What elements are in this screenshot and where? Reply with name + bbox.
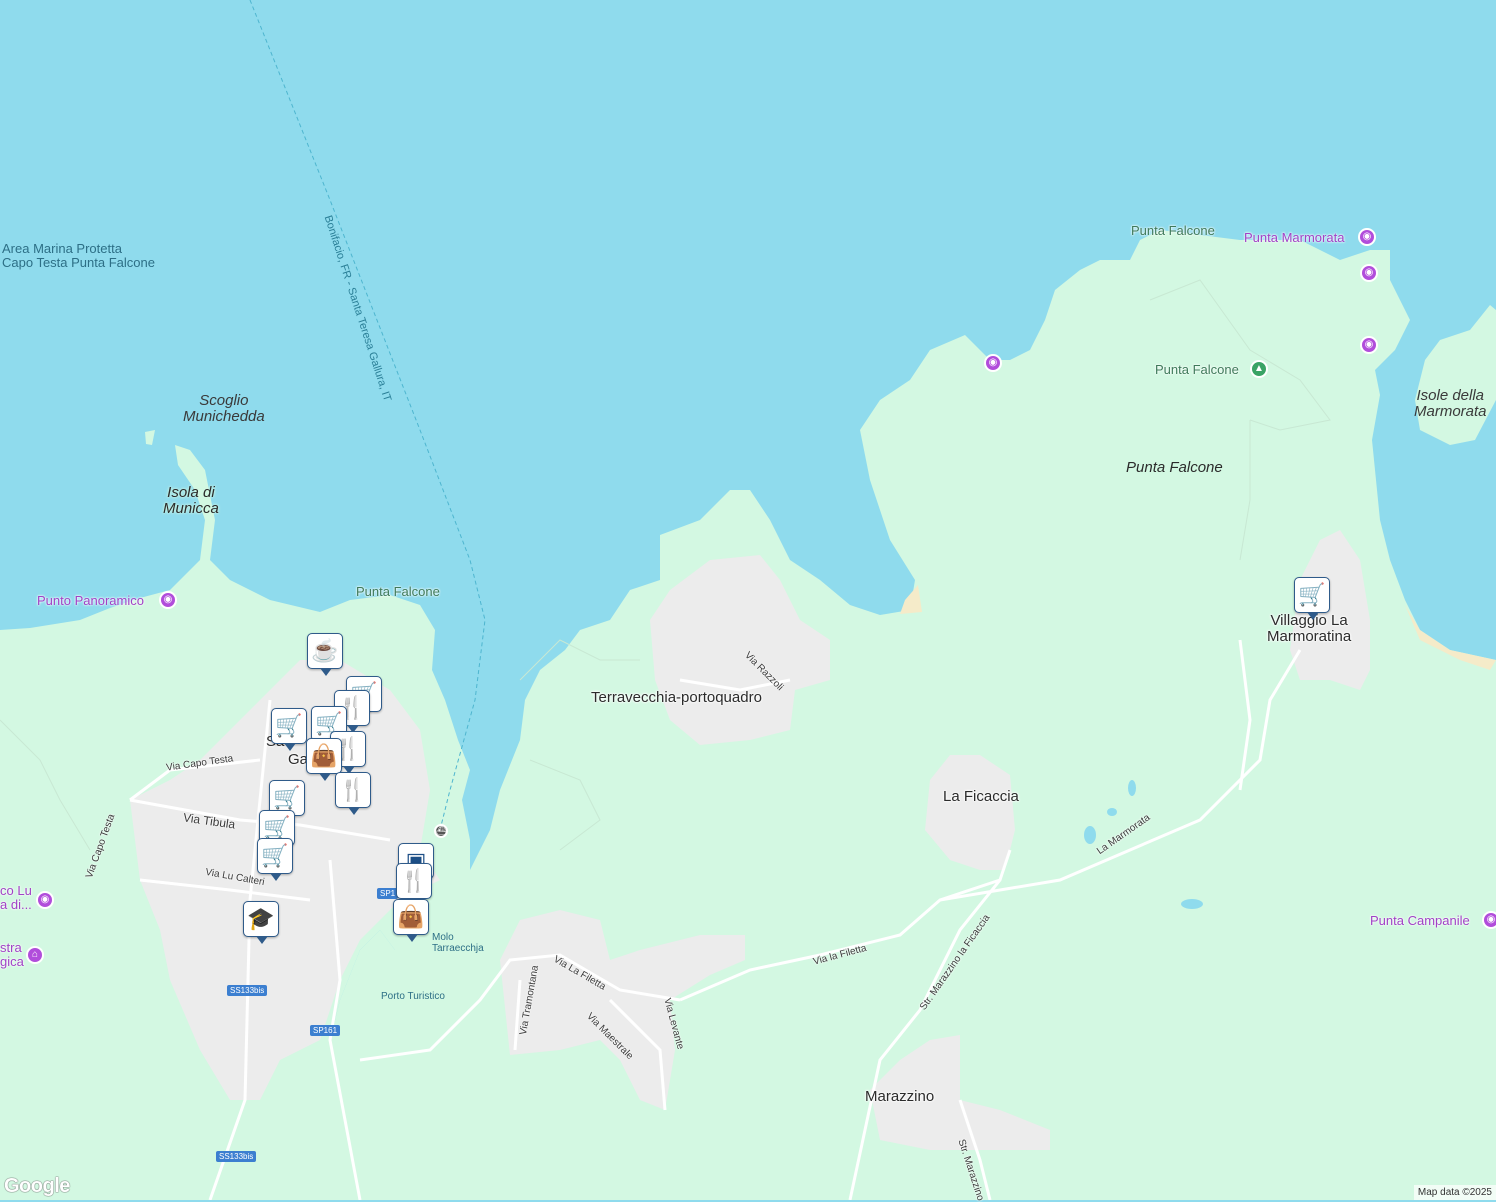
punta-falcone-west-label: Punta Falcone bbox=[356, 584, 440, 599]
camera-icon[interactable]: ◉ bbox=[984, 354, 1002, 372]
restaurant-icon[interactable]: 🍴 bbox=[396, 863, 432, 906]
shopping-bag-icon[interactable]: 👜 bbox=[306, 738, 342, 781]
isola-label: Isola di Municca bbox=[163, 484, 219, 517]
road-shield: SS133bis bbox=[227, 985, 268, 996]
road-shield: SP1 bbox=[377, 888, 399, 899]
map-attribution[interactable]: Map data ©2025 bbox=[1413, 1185, 1496, 1200]
astra-partial-label: stra gica bbox=[0, 940, 24, 969]
road-shield: SS133bis bbox=[216, 1151, 257, 1162]
tree-icon[interactable]: ▲ bbox=[1250, 360, 1268, 378]
google-logo: Google bbox=[4, 1175, 70, 1197]
punta-falcone-north-label: Punta Falcone bbox=[1131, 223, 1215, 238]
terravecchia-label: Terravecchia-portoquadro bbox=[591, 689, 762, 706]
camera-icon[interactable]: ◉ bbox=[1482, 911, 1496, 929]
shopping-bag-icon[interactable]: 👜 bbox=[393, 899, 429, 942]
marazzino-label: Marazzino bbox=[865, 1088, 935, 1105]
shopping-cart-icon[interactable]: 🛒 bbox=[1294, 577, 1330, 620]
school-icon[interactable]: 🎓 bbox=[243, 901, 279, 944]
punta-falcone-area-label: Punta Falcone bbox=[1126, 459, 1223, 476]
punta-marmorata-label[interactable]: Punta Marmorata bbox=[1244, 230, 1344, 245]
scoglio-label: Scoglio Munichedda bbox=[183, 392, 265, 425]
ferry-terminal-icon[interactable]: ⛴ bbox=[434, 824, 448, 838]
porto-label: Porto Turistico bbox=[381, 991, 445, 1002]
shopping-cart-icon[interactable]: 🛒 bbox=[257, 838, 293, 881]
isole-marmorata-label: Isole della Marmorata bbox=[1414, 387, 1487, 420]
la-ficaccia-label: La Ficaccia bbox=[943, 788, 1019, 805]
camera-icon[interactable]: ◉ bbox=[36, 891, 54, 909]
restaurant-icon[interactable]: 🍴 bbox=[335, 772, 371, 815]
molo-label: Molo Tarraecchja bbox=[432, 932, 484, 954]
road-shield: SP161 bbox=[310, 1025, 341, 1036]
camera-icon[interactable]: ◉ bbox=[1360, 264, 1378, 282]
lu-partial-label: co Lu a di... bbox=[0, 883, 32, 912]
camera-icon[interactable]: ◉ bbox=[1360, 336, 1378, 354]
camera-icon[interactable]: ◉ bbox=[1358, 228, 1376, 246]
cafe-icon[interactable]: ☕ bbox=[307, 633, 343, 676]
museum-icon[interactable]: ⌂ bbox=[26, 946, 44, 964]
punto-panoramico-label[interactable]: Punto Panoramico bbox=[37, 593, 144, 608]
camera-icon[interactable]: ◉ bbox=[159, 591, 177, 609]
town-label-part2: Ga bbox=[288, 751, 309, 768]
shopping-cart-icon[interactable]: 🛒 bbox=[271, 708, 307, 751]
marine-area-label: Area Marina Protetta Capo Testa Punta Fa… bbox=[2, 241, 155, 270]
map-canvas[interactable] bbox=[0, 0, 1496, 1200]
punta-campanile-label[interactable]: Punta Campanile bbox=[1370, 913, 1470, 928]
punta-falcone-park-label[interactable]: Punta Falcone bbox=[1155, 362, 1239, 377]
